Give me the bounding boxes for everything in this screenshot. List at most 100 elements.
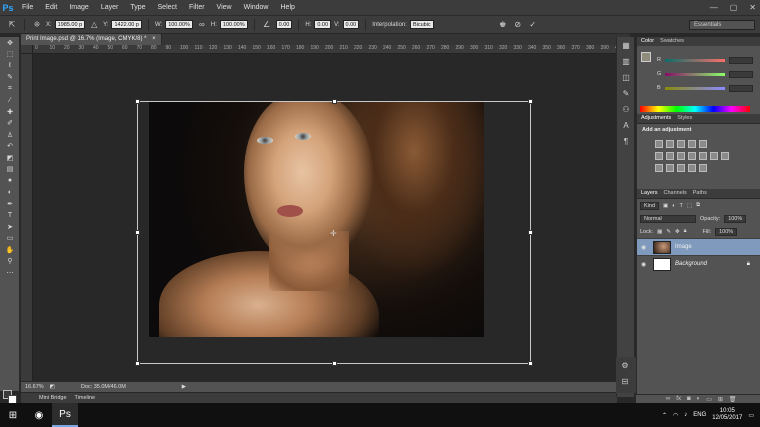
dodge-tool-icon[interactable]: ◐ — [0, 187, 20, 199]
tab-channels[interactable]: Channels — [664, 189, 687, 198]
status-arrow-icon[interactable]: ▶ — [182, 384, 186, 390]
status-menu-icon[interactable]: ◩ — [50, 384, 55, 390]
layer-kind-select[interactable]: Kind — [640, 201, 660, 210]
hand-tool-icon[interactable]: ✋ — [0, 244, 20, 256]
gradient-tool-icon[interactable]: ▤ — [0, 164, 20, 176]
curves-icon[interactable] — [677, 140, 685, 148]
invert-icon[interactable] — [655, 164, 663, 172]
more-tools-icon[interactable]: ⋯ — [0, 267, 20, 279]
h-skew-field[interactable]: 0.00 — [314, 20, 332, 29]
layer-row-image[interactable]: ◉ Image — [637, 238, 760, 255]
workspace-select[interactable]: Essentials — [689, 20, 755, 30]
clock[interactable]: 10:05 12/05/2017 — [712, 408, 742, 422]
transform-handle-left[interactable] — [135, 230, 140, 235]
menu-image[interactable]: Image — [63, 0, 94, 15]
menu-file[interactable]: File — [16, 0, 39, 15]
blue-value-field[interactable] — [728, 84, 753, 92]
menu-view[interactable]: View — [211, 0, 238, 15]
move-tool-icon[interactable]: ✥ — [0, 37, 20, 49]
move-tool-preset-icon[interactable]: ⇱ — [6, 20, 18, 29]
fill-field[interactable]: 100% — [715, 227, 738, 236]
selective-color-icon[interactable] — [688, 164, 696, 172]
zoom-level[interactable]: 16.67% — [25, 384, 44, 390]
link-icon[interactable]: ∞ — [196, 20, 208, 29]
red-slider-track[interactable] — [664, 58, 725, 62]
menu-type[interactable]: Type — [124, 0, 151, 15]
commit-transform-icon[interactable]: ✓ — [527, 20, 539, 29]
wifi-icon[interactable]: ◠ — [673, 412, 678, 419]
blend-mode-select[interactable]: Normal — [640, 214, 696, 223]
photoshop-taskbar-icon[interactable]: Ps — [52, 403, 78, 427]
lock-all-icon[interactable]: 🔒︎ — [684, 228, 687, 235]
brush-panel-icon[interactable]: ✎ — [617, 85, 635, 101]
width-field[interactable]: 100.00% — [165, 20, 193, 29]
delta-icon[interactable]: △ — [88, 20, 100, 29]
menu-filter[interactable]: Filter — [183, 0, 211, 15]
tool-presets-icon[interactable]: ⚙ — [616, 357, 634, 373]
tab-layers[interactable]: Layers — [641, 189, 658, 198]
lasso-tool-icon[interactable]: ℓ — [0, 60, 20, 72]
tray-arrow-icon[interactable]: ⌃ — [662, 412, 667, 419]
vibrance-icon[interactable] — [655, 152, 663, 160]
levels-icon[interactable] — [666, 140, 674, 148]
filter-type-icon[interactable]: T — [680, 203, 683, 209]
crop-tool-icon[interactable]: ⌗ — [0, 83, 20, 95]
layer-row-background[interactable]: ◉ Background 🔒︎ — [637, 255, 760, 272]
tab-styles[interactable]: Styles — [677, 114, 692, 123]
chrome-icon[interactable]: ◉ — [26, 403, 52, 427]
close-window-button[interactable]: ✕ — [749, 0, 756, 15]
character-panel-icon[interactable]: A — [617, 117, 635, 133]
transform-handle-bottom-left[interactable] — [135, 361, 140, 366]
link-layers-icon[interactable]: ∞ — [666, 396, 670, 402]
angle-field[interactable]: 0.00 — [275, 20, 293, 29]
new-adjustment-icon[interactable]: ◐ — [697, 396, 701, 402]
color-panel-foreground-swatch[interactable] — [641, 52, 651, 62]
blue-slider[interactable]: B — [657, 84, 753, 92]
properties-panel-icon[interactable]: ▥ — [617, 53, 635, 69]
height-field[interactable]: 100.00% — [219, 20, 248, 29]
paragraph-panel-icon[interactable]: ¶ — [617, 133, 635, 149]
tab-mini-bridge[interactable]: Mini Bridge — [39, 395, 67, 401]
menu-layer[interactable]: Layer — [95, 0, 125, 15]
transform-reference-point-icon[interactable]: ✛ — [330, 229, 337, 238]
y-field[interactable]: 1422.00 p — [111, 20, 142, 29]
layer-comps-icon[interactable]: ⊟ — [616, 373, 634, 389]
hue-saturation-icon[interactable] — [666, 152, 674, 160]
lock-position-icon[interactable]: ✥ — [675, 229, 680, 235]
ruler-corner[interactable] — [21, 45, 33, 54]
eraser-tool-icon[interactable]: ◩ — [0, 152, 20, 164]
photo-filter-icon[interactable] — [699, 152, 707, 160]
color-lookup-icon[interactable] — [721, 152, 729, 160]
windows-start-icon[interactable]: ⊞ — [0, 403, 26, 427]
black-white-icon[interactable] — [688, 152, 696, 160]
cancel-transform-icon[interactable]: ⊘ — [512, 20, 524, 29]
red-value-field[interactable] — [728, 56, 753, 64]
blur-tool-icon[interactable]: ● — [0, 175, 20, 187]
blue-slider-track[interactable] — [664, 86, 725, 90]
new-group-icon[interactable]: ▭ — [706, 396, 712, 403]
filter-shape-icon[interactable]: ⬚ — [687, 203, 692, 209]
rectangle-tool-icon[interactable]: ▭ — [0, 233, 20, 245]
marquee-tool-icon[interactable]: ⬚ — [0, 49, 20, 61]
type-tool-icon[interactable]: T — [0, 210, 20, 222]
left-ruler[interactable] — [21, 54, 33, 381]
transform-handle-top[interactable] — [332, 99, 337, 104]
pen-tool-icon[interactable]: ✒ — [0, 198, 20, 210]
tab-adjustments[interactable]: Adjustments — [641, 114, 671, 123]
visibility-eye-icon[interactable]: ◉ — [641, 244, 649, 251]
red-slider[interactable]: R — [657, 56, 753, 64]
layer-name[interactable]: Background — [675, 261, 707, 267]
minimize-button[interactable]: — — [710, 0, 718, 15]
gradient-map-icon[interactable] — [699, 164, 707, 172]
green-slider-track[interactable] — [665, 72, 726, 76]
warp-icon[interactable]: ♚ — [497, 20, 509, 29]
healing-brush-tool-icon[interactable]: ✚ — [0, 106, 20, 118]
add-mask-icon[interactable]: ◙ — [687, 396, 691, 402]
transform-handle-top-right[interactable] — [528, 99, 533, 104]
layer-name[interactable]: Image — [675, 244, 692, 250]
threshold-icon[interactable] — [677, 164, 685, 172]
menu-edit[interactable]: Edit — [39, 0, 63, 15]
volume-icon[interactable]: ♪ — [684, 412, 687, 418]
reference-point-icon[interactable]: ⁜ — [31, 20, 43, 29]
lock-pixels-icon[interactable]: ✎ — [666, 229, 671, 235]
